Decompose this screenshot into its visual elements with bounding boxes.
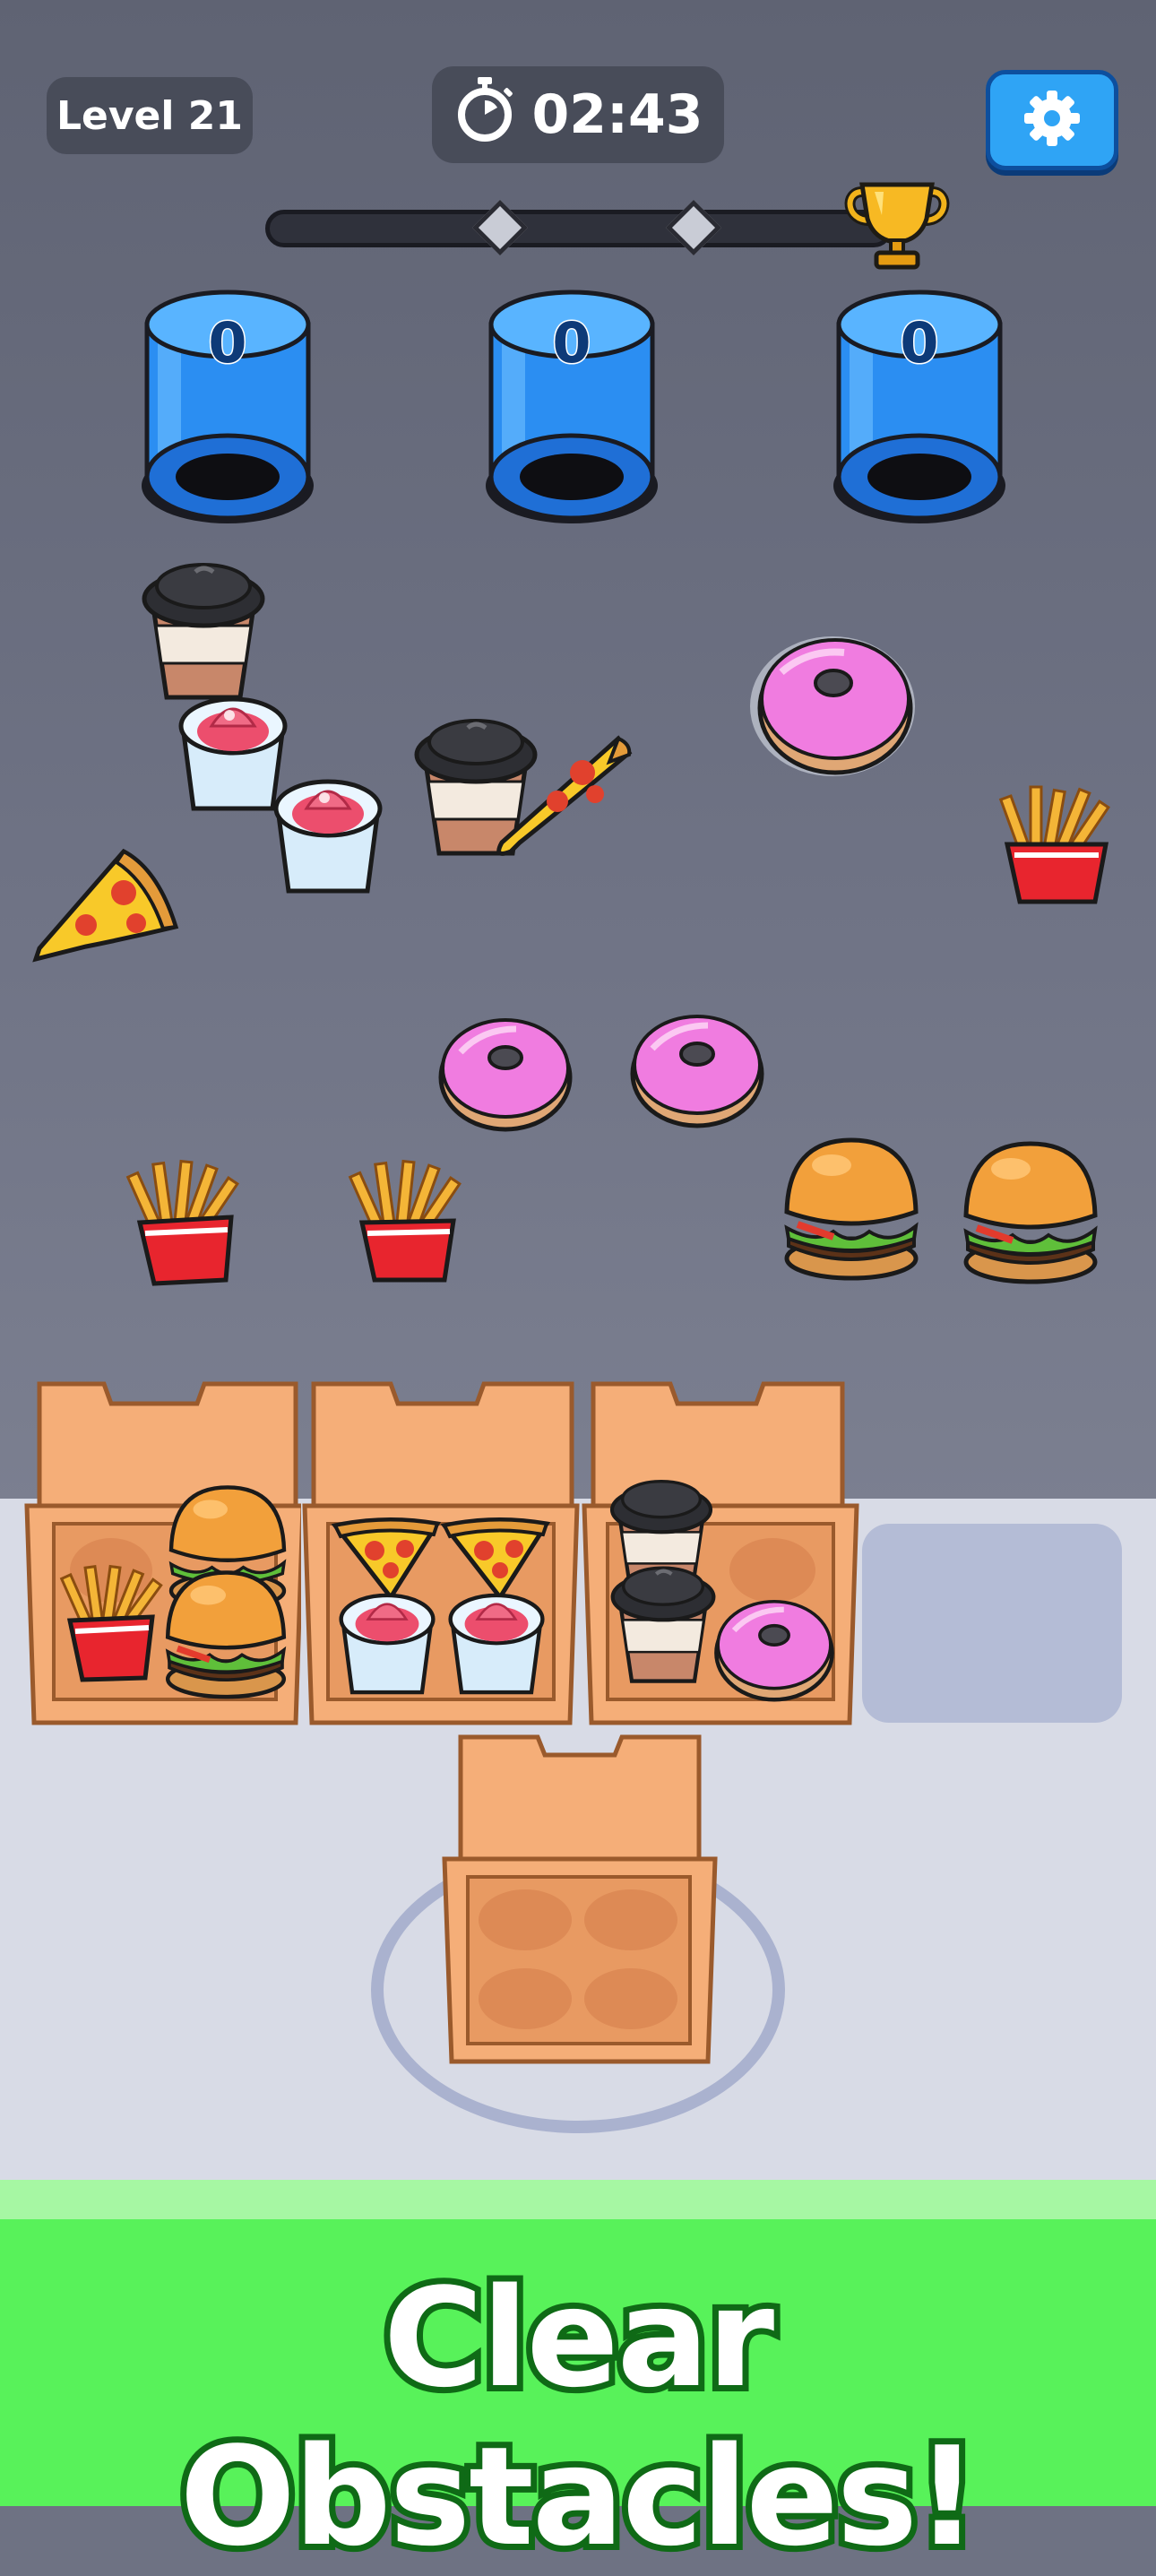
counter-value: 0: [207, 309, 248, 377]
level-label: Level 21: [56, 92, 244, 139]
food-box-1[interactable]: [22, 1380, 306, 1725]
counter-value: 0: [899, 309, 940, 377]
counter-tube-1: 0: [140, 285, 315, 527]
donut-item[interactable]: [627, 1004, 767, 1133]
banner-stripe: [0, 2180, 1156, 2219]
pizza-slice-item[interactable]: [23, 839, 185, 977]
counter-value: 0: [551, 309, 592, 377]
pizza-slice-item[interactable]: [484, 708, 636, 873]
donut-item[interactable]: [746, 622, 919, 783]
food-box-3[interactable]: [581, 1380, 859, 1725]
fries-item[interactable]: [118, 1154, 253, 1292]
incoming-empty-box[interactable]: [439, 1733, 718, 2074]
burger-item[interactable]: [780, 1131, 923, 1287]
counter-tube-2: 0: [484, 285, 660, 527]
timer: 02:43: [432, 66, 724, 163]
stopwatch-icon: [453, 75, 516, 155]
gear-icon: [1021, 87, 1083, 153]
level-badge: Level 21: [47, 77, 253, 154]
timer-text: 02:43: [531, 83, 703, 146]
ice-cream-cup-item[interactable]: [265, 769, 391, 907]
fries-item[interactable]: [989, 782, 1124, 911]
counter-tube-3: 0: [832, 285, 1007, 527]
burger-item[interactable]: [959, 1135, 1102, 1291]
settings-button[interactable]: [986, 70, 1118, 170]
trophy-icon: [842, 179, 952, 278]
food-box-2[interactable]: [301, 1380, 580, 1725]
fries-item[interactable]: [341, 1154, 475, 1292]
banner-text: Clear Obstacles!: [174, 2252, 985, 2576]
empty-box-slot[interactable]: [862, 1524, 1122, 1723]
level-progress-bar: [265, 210, 893, 247]
donut-item[interactable]: [436, 1007, 575, 1137]
